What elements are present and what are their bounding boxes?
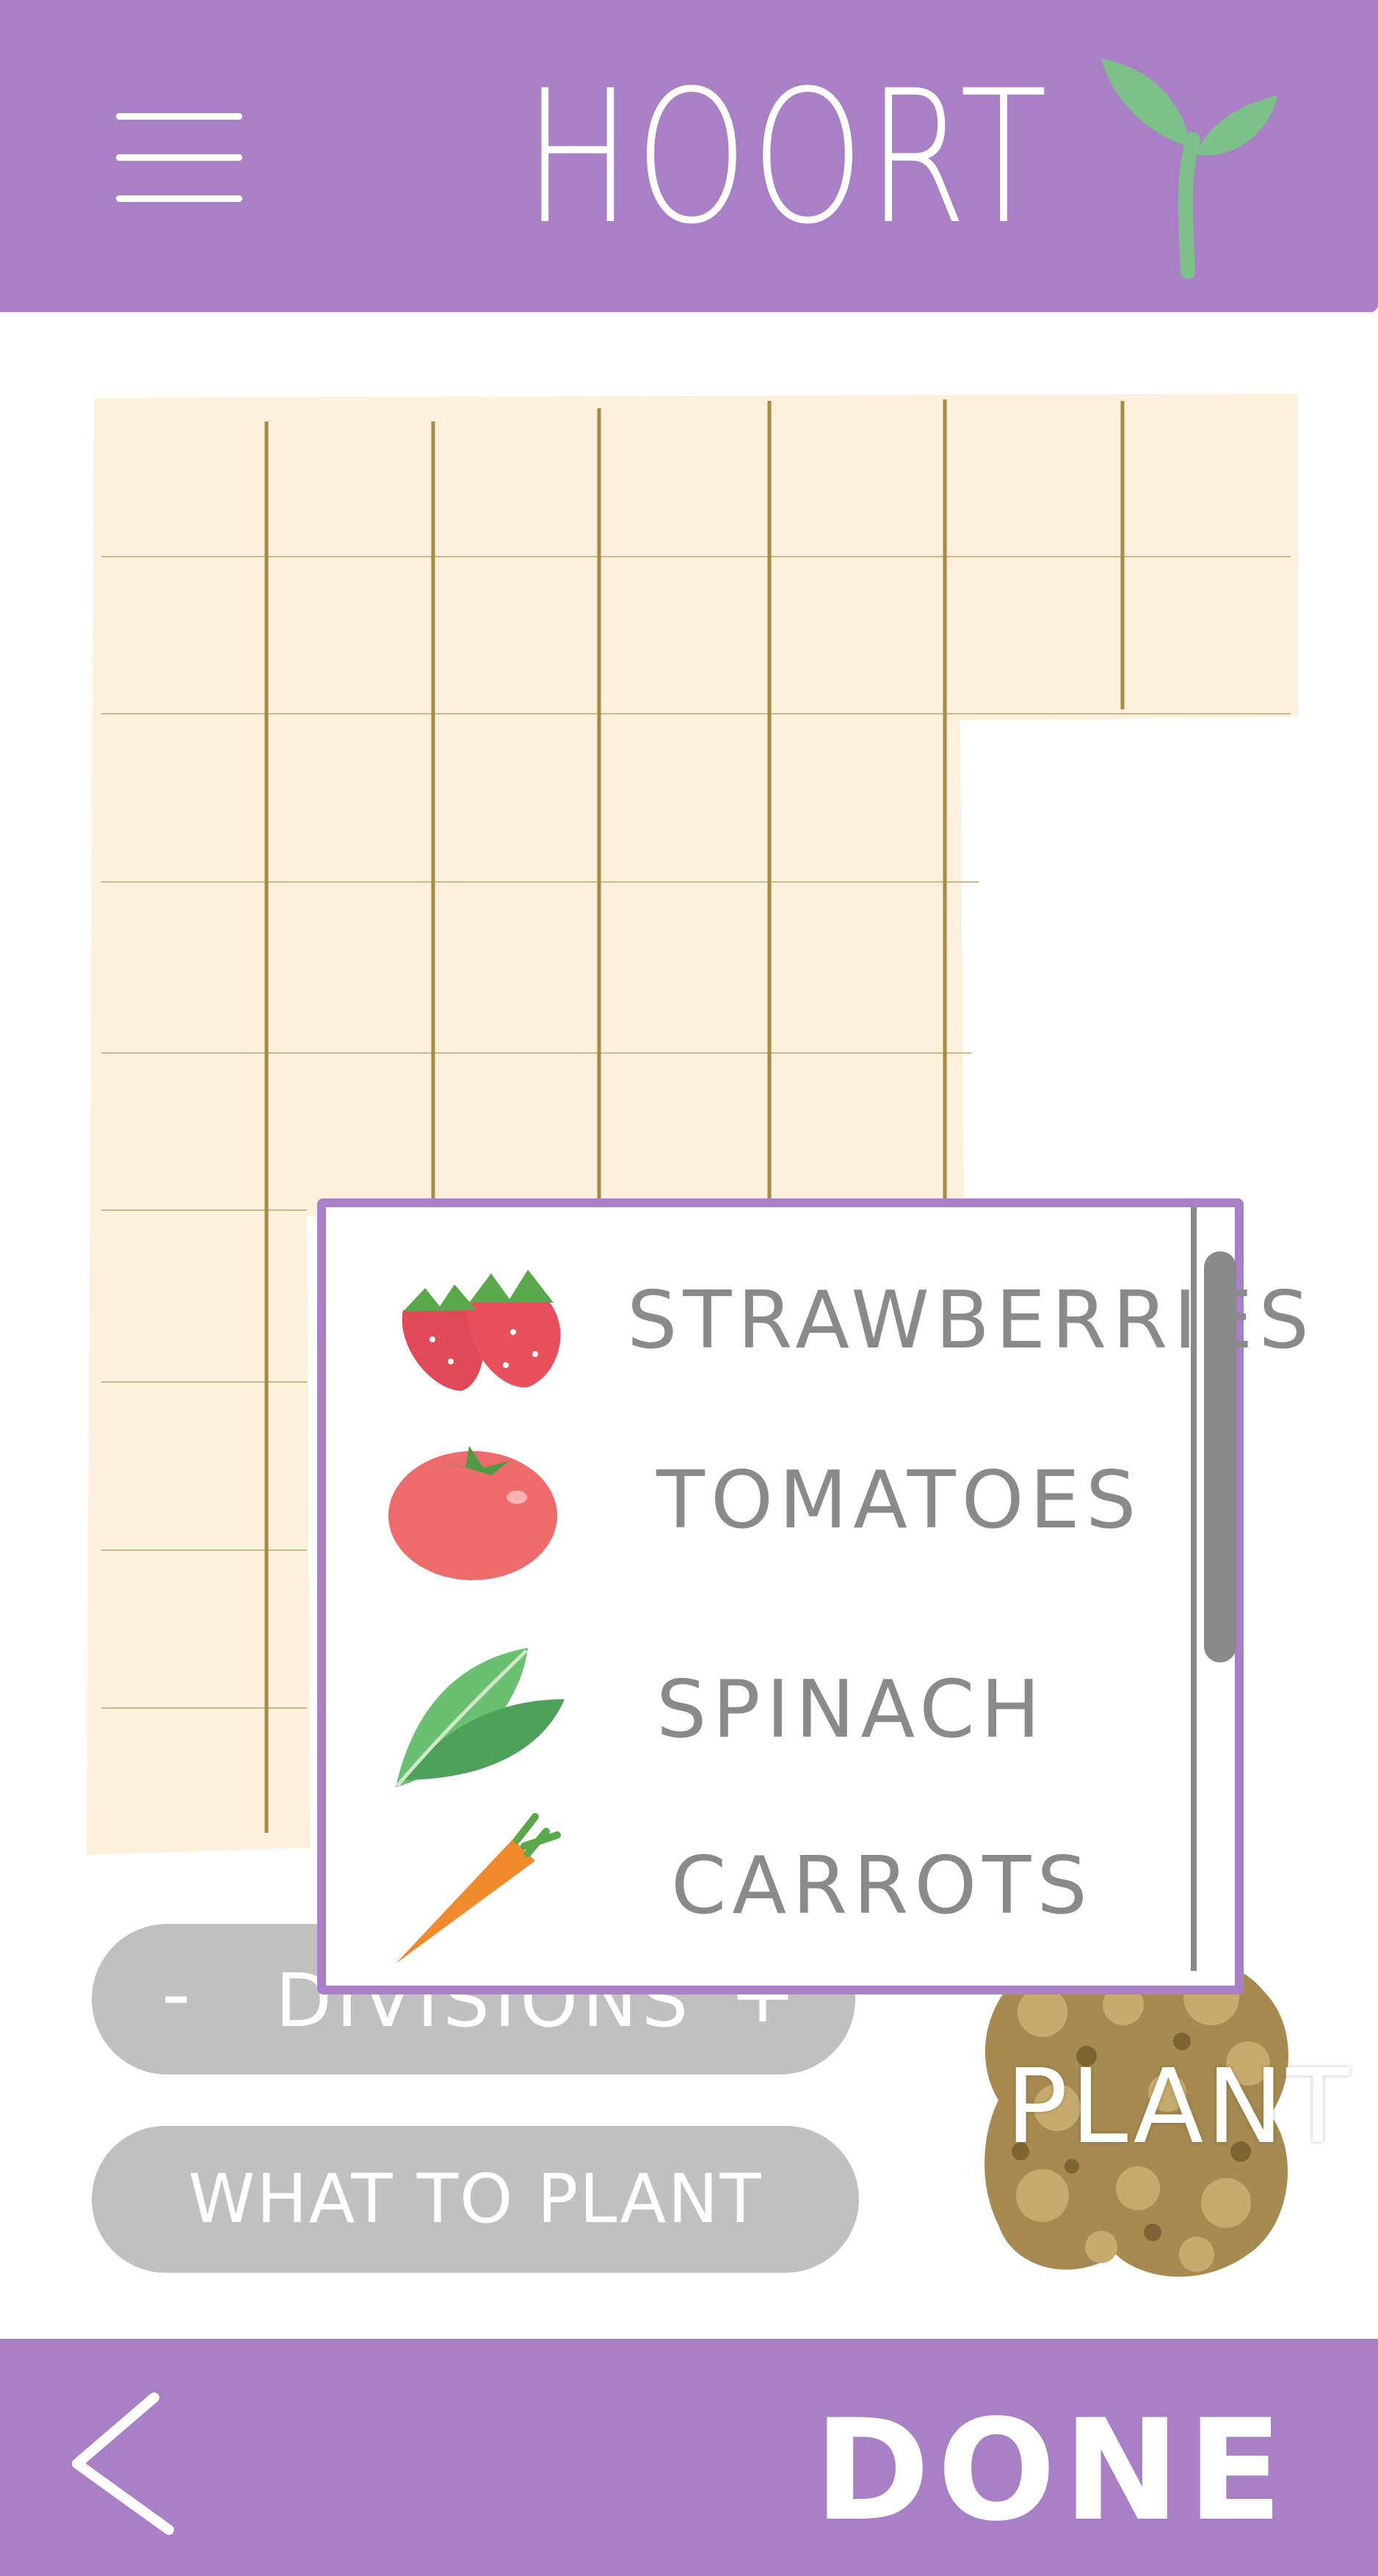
what-to-plant-now-button[interactable]: WHAT TO PLANT NOW (92, 2126, 859, 2385)
scrollbar-thumb[interactable] (1204, 1251, 1236, 1663)
plant-option-label: SPINACH (656, 1664, 1046, 1756)
divisions-minus-button[interactable]: - (162, 1946, 191, 2041)
chevron-left-icon[interactable] (59, 2383, 206, 2544)
scrollbar-track (1191, 1207, 1197, 1971)
plant-button[interactable]: PLANT (976, 1946, 1352, 2284)
plant-label: PLANT (1006, 2047, 1352, 2167)
top-bar: HOORT (0, 0, 1378, 312)
app-title: HOORT (523, 51, 1051, 264)
plant-option-tomatoes[interactable]: TOMATOES (326, 1409, 1163, 1593)
plant-option-label: CARROTS (671, 1840, 1093, 1932)
plant-option-spinach[interactable]: SPINACH (326, 1618, 1163, 1802)
plant-option-carrots[interactable]: CARROTS (326, 1795, 1163, 1978)
done-button[interactable]: DONE (814, 2398, 1290, 2544)
plant-option-strawberries[interactable]: STRAWBERRIES (326, 1229, 1309, 1413)
carrot-icon (396, 1813, 561, 1964)
bottom-bar: DONE (0, 2339, 1378, 2576)
hamburger-menu-icon[interactable] (110, 103, 250, 213)
plant-selection-menu: STRAWBERRIES TOMATOES SPINACH CARROTS (317, 1198, 1309, 1994)
plant-option-label: TOMATOES (656, 1455, 1142, 1546)
sprout-icon (1101, 59, 1277, 279)
tomato-icon (388, 1446, 557, 1580)
spinach-icon (396, 1648, 565, 1787)
strawberry-icon (402, 1270, 561, 1391)
